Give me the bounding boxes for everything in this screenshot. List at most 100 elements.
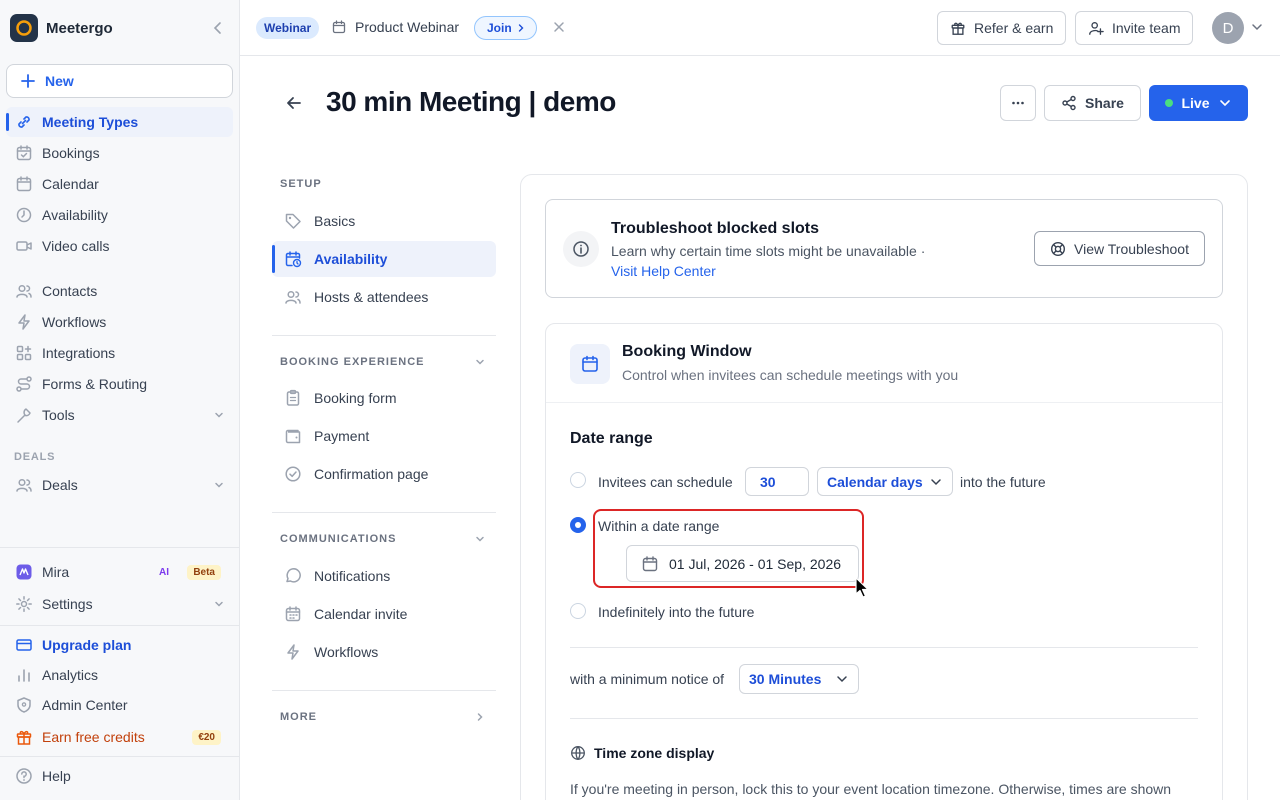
- subnav-label: Hosts & attendees: [314, 289, 429, 305]
- chevron-down-icon: [213, 598, 225, 610]
- help-icon: [14, 766, 34, 786]
- sidebar-item-label: Earn free credits: [42, 729, 145, 745]
- subnav-item-workflows[interactable]: Workflows: [272, 634, 496, 670]
- live-status-button[interactable]: Live: [1149, 85, 1248, 121]
- sidebar-item-tools[interactable]: Tools: [6, 400, 233, 430]
- subnav-divider: [272, 690, 496, 691]
- subnav-item-payment[interactable]: Payment: [272, 418, 496, 454]
- deals-section-label: DEALS: [14, 451, 56, 463]
- radio-indefinite[interactable]: [570, 603, 586, 619]
- sidebar-item-label: Video calls: [42, 238, 110, 254]
- sidebar-item-label: Tools: [42, 407, 75, 423]
- sidebar-item-settings[interactable]: Settings: [6, 589, 233, 619]
- share-button[interactable]: Share: [1044, 85, 1141, 121]
- subnav-label: Basics: [314, 213, 356, 229]
- sidebar-item-label: Deals: [42, 477, 78, 493]
- section-divider: [570, 718, 1198, 719]
- avatar[interactable]: D: [1212, 12, 1244, 44]
- sidebar-item-calendar[interactable]: Calendar: [6, 169, 233, 199]
- calendar-icon: [284, 605, 304, 623]
- sidebar-item-admin-center[interactable]: Admin Center: [6, 690, 233, 720]
- sidebar-item-forms-routing[interactable]: Forms & Routing: [6, 369, 233, 399]
- subnav-label: Confirmation page: [314, 466, 429, 482]
- minimum-notice-select[interactable]: 30 Minutes: [739, 664, 860, 694]
- chevron-down-icon[interactable]: [1250, 20, 1264, 34]
- sidebar-item-label: Analytics: [42, 667, 99, 683]
- brand[interactable]: Meetergo: [10, 14, 230, 42]
- bolt-icon: [284, 643, 304, 661]
- booking-window-desc: Control when invitees can schedule meeti…: [622, 367, 959, 383]
- booking-experience-section-label[interactable]: BOOKING EXPERIENCE: [280, 356, 425, 368]
- sidebar-item-earn-credits[interactable]: Earn free credits €20: [6, 722, 233, 752]
- sidebar-item-mira[interactable]: Mira AI Beta: [6, 557, 233, 587]
- communications-section-label[interactable]: COMMUNICATIONS: [280, 533, 396, 545]
- subnav-item-notifications[interactable]: Notifications: [272, 558, 496, 594]
- timezone-title: Time zone display: [594, 745, 715, 761]
- sidebar-item-label: Meeting Types: [42, 114, 139, 130]
- sidebar-item-contacts[interactable]: Contacts: [6, 276, 233, 306]
- sidebar-divider: [0, 547, 240, 548]
- beta-badge: Beta: [187, 564, 221, 580]
- join-webinar-button[interactable]: Join: [474, 16, 537, 40]
- credit-badge: €20: [192, 729, 221, 745]
- subnav-item-basics[interactable]: Basics: [272, 203, 496, 239]
- gift-icon: [14, 727, 34, 747]
- shield-icon: [14, 695, 34, 715]
- ai-badge: AI: [159, 566, 169, 578]
- new-button[interactable]: New: [6, 64, 233, 98]
- invite-team-button[interactable]: Invite team: [1075, 11, 1194, 45]
- sidebar-item-label: Settings: [42, 596, 93, 612]
- webinar-tag: Webinar: [256, 17, 320, 39]
- date-range-picker[interactable]: 01 Jul, 2026 - 01 Sep, 2026: [626, 545, 859, 582]
- minimum-notice-label: with a minimum notice of: [570, 671, 725, 687]
- wallet-icon: [284, 427, 304, 445]
- sidebar-item-label: Mira: [42, 564, 70, 580]
- chevron-right-icon: [516, 23, 526, 33]
- view-troubleshoot-button[interactable]: View Troubleshoot: [1034, 231, 1205, 266]
- sidebar-item-label: Calendar: [42, 176, 99, 192]
- clipboard-icon: [284, 389, 304, 407]
- date-range-value: 01 Jul, 2026 - 01 Sep, 2026: [669, 555, 842, 572]
- days-number-input[interactable]: 30: [745, 467, 809, 496]
- more-section-label[interactable]: MORE: [280, 711, 317, 723]
- calendar-icon: [641, 555, 659, 573]
- subnav-label: Booking form: [314, 390, 397, 406]
- section-divider: [570, 647, 1198, 648]
- close-icon[interactable]: [552, 20, 566, 34]
- chevron-down-icon[interactable]: [474, 533, 486, 545]
- more-options-button[interactable]: [1000, 85, 1036, 121]
- subnav-label: Notifications: [314, 568, 391, 584]
- gift-icon: [950, 20, 966, 36]
- setup-section-label: SETUP: [280, 178, 322, 190]
- refer-label: Refer & earn: [974, 20, 1054, 36]
- help-center-link[interactable]: Visit Help Center: [611, 263, 716, 279]
- join-label: Join: [487, 21, 512, 35]
- day-type-select[interactable]: Calendar days: [817, 467, 953, 496]
- sidebar-item-workflows[interactable]: Workflows: [6, 307, 233, 337]
- subnav-item-confirmation-page[interactable]: Confirmation page: [272, 456, 496, 492]
- sidebar-item-integrations[interactable]: Integrations: [6, 338, 233, 368]
- sidebar-item-availability[interactable]: Availability: [6, 200, 233, 230]
- sidebar-item-bookings[interactable]: Bookings: [6, 138, 233, 168]
- sidebar: Meetergo New Meeting Types Bookings Cale…: [0, 0, 240, 800]
- radio-date-range[interactable]: [570, 517, 586, 533]
- sidebar-item-upgrade-plan[interactable]: Upgrade plan: [6, 630, 233, 660]
- credit-card-icon: [14, 635, 34, 655]
- chevron-down-icon[interactable]: [474, 356, 486, 368]
- subnav-divider: [272, 335, 496, 336]
- refer-earn-button[interactable]: Refer & earn: [937, 11, 1067, 45]
- radio-rolling-days[interactable]: [570, 472, 586, 488]
- sidebar-item-deals[interactable]: Deals: [6, 470, 233, 500]
- tag-icon: [284, 212, 304, 230]
- subnav-item-availability[interactable]: Availability: [272, 241, 496, 277]
- back-arrow-icon[interactable]: [284, 93, 304, 113]
- chevron-right-icon[interactable]: [474, 711, 486, 723]
- sidebar-item-meeting-types[interactable]: Meeting Types: [6, 107, 233, 137]
- subnav-item-hosts-attendees[interactable]: Hosts & attendees: [272, 279, 496, 315]
- sidebar-item-help[interactable]: Help: [6, 761, 233, 791]
- sidebar-item-analytics[interactable]: Analytics: [6, 660, 233, 690]
- subnav-item-calendar-invite[interactable]: Calendar invite: [272, 596, 496, 632]
- subnav-item-booking-form[interactable]: Booking form: [272, 380, 496, 416]
- sidebar-item-video-calls[interactable]: Video calls: [6, 231, 233, 261]
- collapse-sidebar-icon[interactable]: [210, 20, 226, 36]
